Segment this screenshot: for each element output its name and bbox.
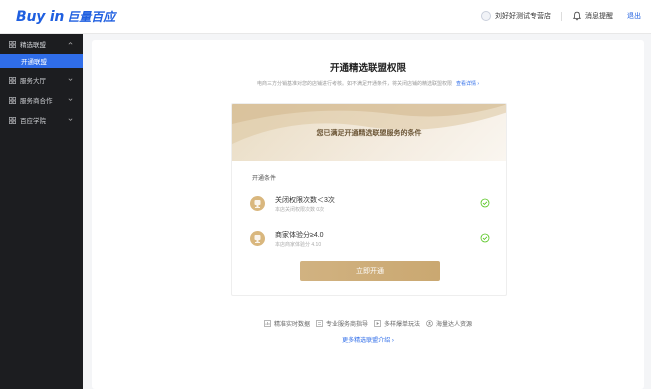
- more-info-link[interactable]: 更多精选联盟介绍 ›: [92, 335, 644, 344]
- logo-text-cn: 巨量百应: [67, 10, 116, 24]
- top-bar: Buy in 巨量百应 刘好好测试专营店 消息提醒 退出: [0, 0, 651, 34]
- sidebar-item-label: 百应学院: [20, 118, 46, 125]
- sidebar-item-union[interactable]: 精选联盟: [0, 34, 83, 54]
- main-content: 开通精选联盟权限 电商三方分销基准对您的店铺进行考核。如不满足开通条件，将关闭店…: [92, 40, 644, 389]
- logo[interactable]: Buy in 巨量百应: [16, 8, 115, 25]
- guide-icon: [316, 320, 323, 327]
- chevron-down-icon: [68, 78, 73, 81]
- messages-label: 消息提醒: [585, 13, 613, 20]
- condition-item: 商家体验分≥4.0 本店商家体验分 4.10: [250, 229, 490, 253]
- sidebar-item-academy[interactable]: 百应学院: [0, 110, 83, 130]
- banner-text: 您已满足开通精选联盟服务的条件: [316, 130, 422, 137]
- feature-item: 海量达人资源: [426, 319, 472, 328]
- sidebar: 精选联盟 开通联盟 服务大厅 服务商合作 百应学院: [0, 34, 83, 389]
- grid-icon: [9, 96, 16, 104]
- grid-icon: [9, 76, 16, 84]
- open-now-button[interactable]: 立即开通: [300, 261, 440, 281]
- eligibility-banner: 您已满足开通精选联盟服务的条件: [232, 104, 506, 161]
- chevron-down-icon: [68, 98, 73, 101]
- divider: [561, 11, 562, 21]
- sidebar-item-label: 服务商合作: [20, 98, 53, 105]
- check-circle-icon: [480, 198, 490, 208]
- feature-label: 精准实时数据: [273, 322, 310, 328]
- condition-detail: 本店商家体验分 4.10: [275, 242, 322, 248]
- feature-label: 多样爆单玩法: [384, 322, 421, 328]
- logout-link[interactable]: 退出: [627, 11, 641, 21]
- bell-icon: [572, 11, 582, 21]
- feature-label: 专业服务商指导: [325, 322, 368, 328]
- grid-icon: [9, 116, 16, 124]
- shop-switcher[interactable]: 刘好好测试专营店: [481, 11, 551, 21]
- sidebar-item-label: 精选联盟: [20, 42, 46, 49]
- sidebar-item-service-hall[interactable]: 服务大厅: [0, 70, 83, 90]
- feature-label: 海量达人资源: [436, 322, 473, 328]
- condition-name: 关闭权限次数＜3次: [275, 197, 335, 204]
- subtitle-text: 电商三方分销基准对您的店铺进行考核。如不满足开通条件，将关闭店铺的精选联盟权限: [256, 81, 452, 87]
- chevron-up-icon: [68, 42, 73, 45]
- condition-item: 关闭权限次数＜3次 本店关闭权限次数 0次: [250, 194, 490, 218]
- feature-item: 精准实时数据: [264, 319, 310, 328]
- grid-icon: [9, 40, 16, 48]
- data-icon: [264, 320, 271, 327]
- trophy-icon: [250, 231, 265, 246]
- condition-name: 商家体验分≥4.0: [275, 232, 324, 239]
- view-details-link[interactable]: 查看详情 ›: [456, 81, 479, 87]
- page-title: 开通精选联盟权限: [329, 63, 406, 74]
- top-right-area: 刘好好测试专营店 消息提醒 退出: [481, 11, 641, 21]
- chevron-down-icon: [68, 118, 73, 121]
- logo-text-en: Buy in: [16, 9, 65, 25]
- people-icon: [426, 320, 433, 327]
- avatar-icon: [481, 11, 491, 21]
- features-list: 精准实时数据 专业服务商指导 多样爆单玩法 海量达人资源: [92, 319, 644, 328]
- feature-item: 多样爆单玩法: [374, 319, 420, 328]
- sidebar-item-provider-cooperation[interactable]: 服务商合作: [0, 90, 83, 110]
- check-circle-icon: [480, 233, 490, 243]
- play-icon: [374, 320, 381, 327]
- sidebar-subitem-open-union[interactable]: 开通联盟: [0, 54, 83, 68]
- sidebar-item-label: 服务大厅: [20, 78, 46, 85]
- page-subtitle: 电商三方分销基准对您的店铺进行考核。如不满足开通条件，将关闭店铺的精选联盟权限查…: [92, 80, 644, 87]
- trophy-icon: [250, 196, 265, 211]
- condition-detail: 本店关闭权限次数 0次: [275, 207, 325, 213]
- messages-button[interactable]: 消息提醒: [572, 11, 613, 21]
- conditions-panel: 您已满足开通精选联盟服务的条件 开通条件 关闭权限次数＜3次 本店关闭权限次数 …: [231, 103, 507, 296]
- shop-name: 刘好好测试专营店: [495, 13, 551, 20]
- conditions-label: 开通条件: [252, 176, 277, 182]
- feature-item: 专业服务商指导: [316, 319, 368, 328]
